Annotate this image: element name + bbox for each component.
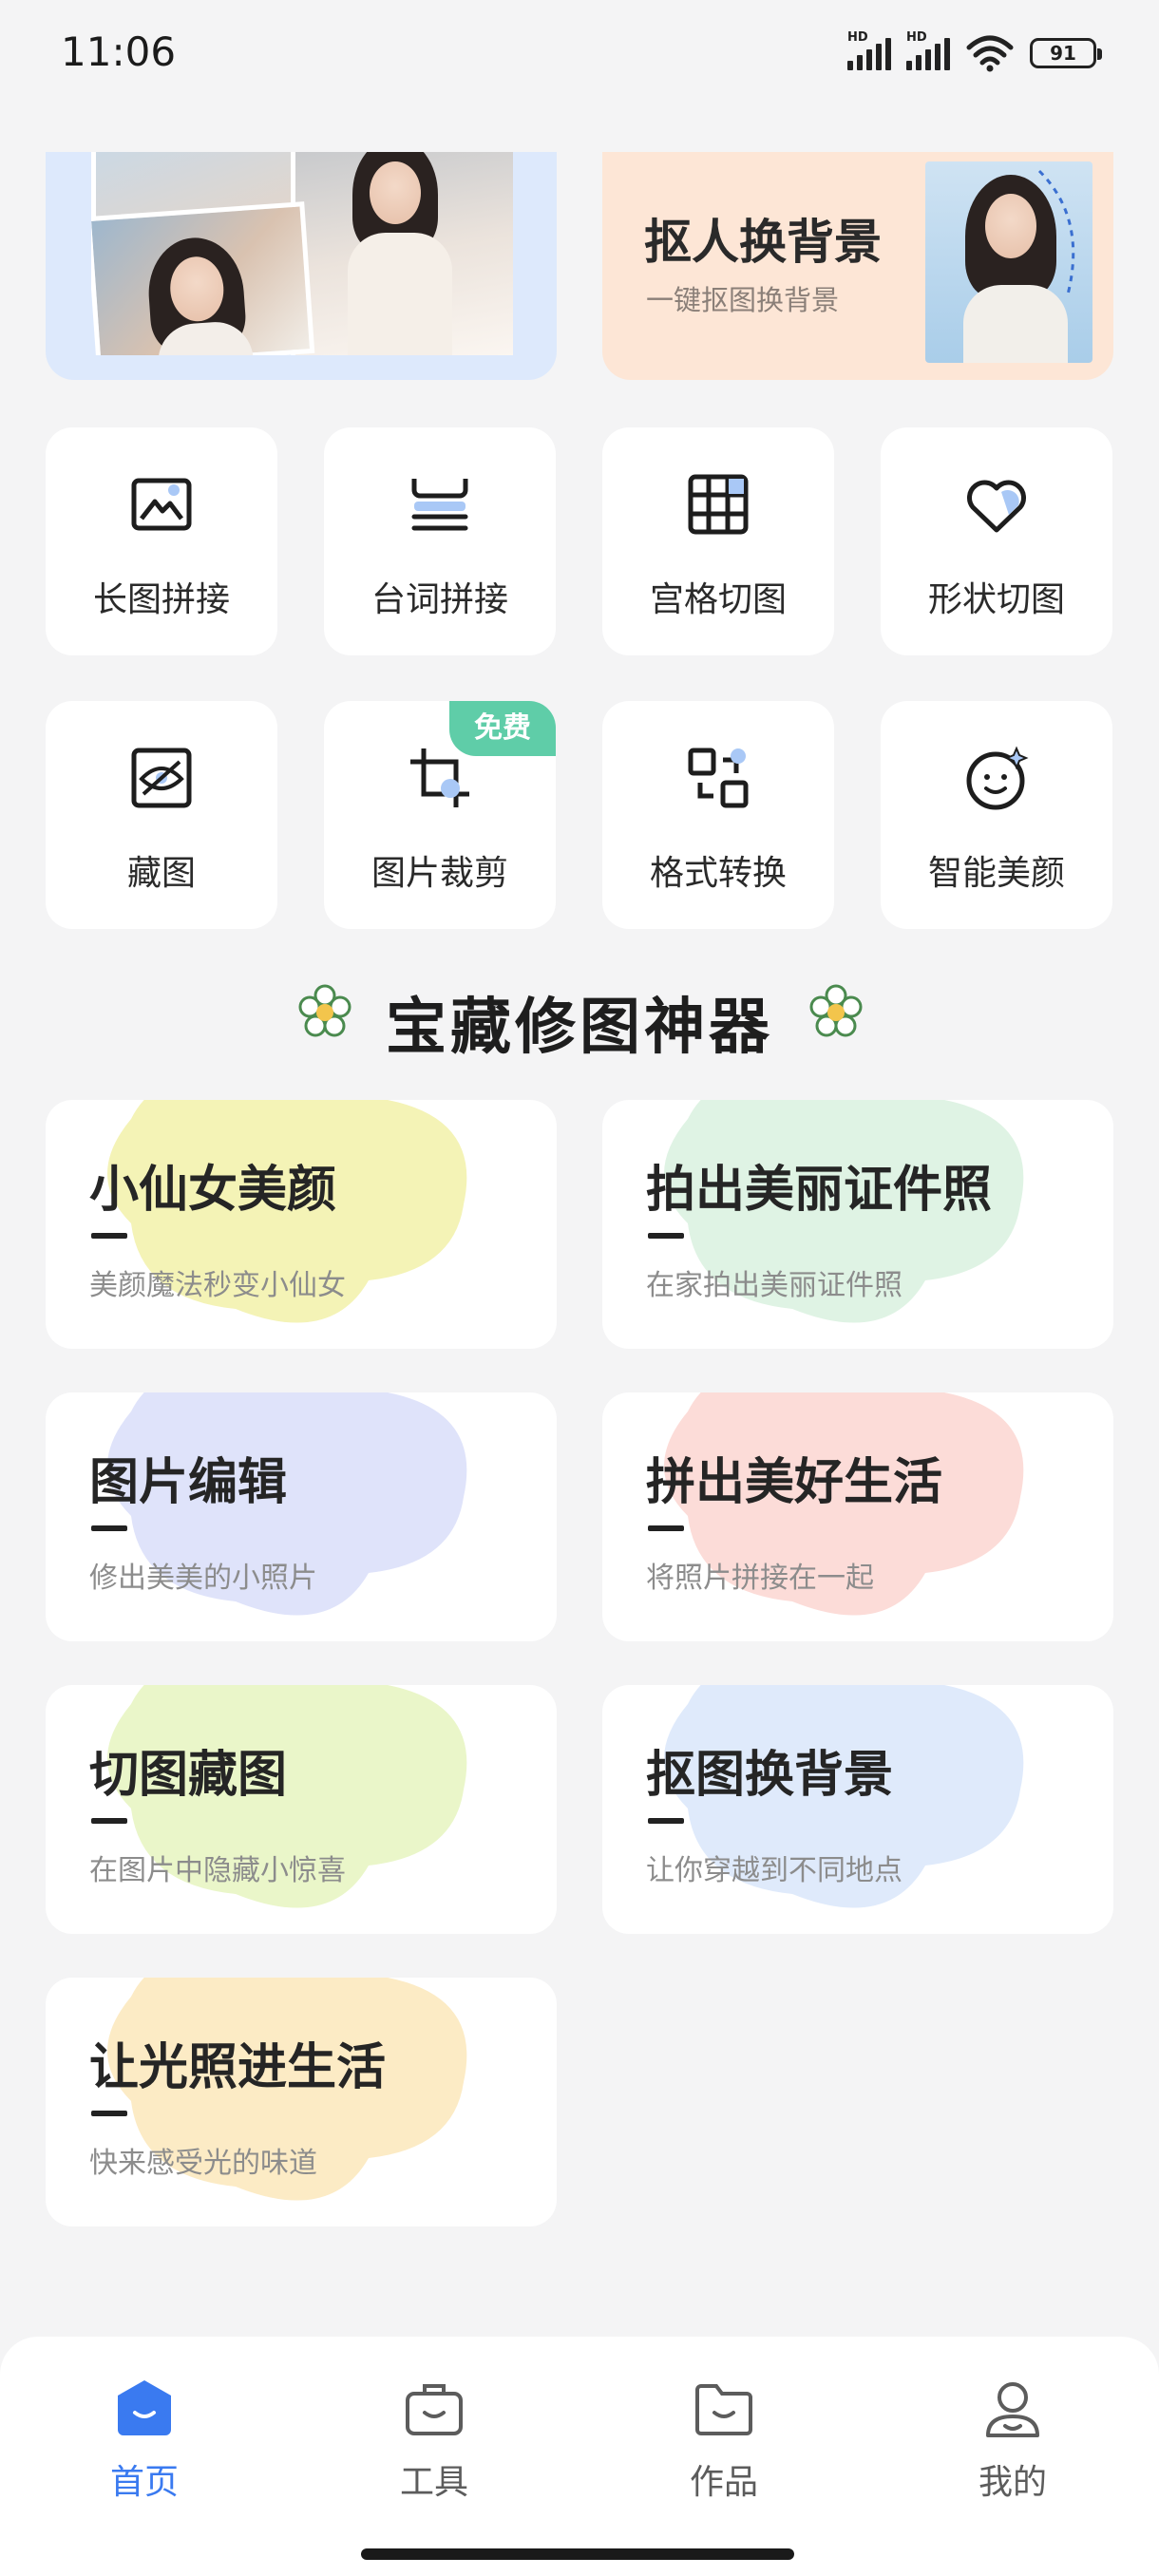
convert-icon <box>688 748 749 808</box>
hd-label: HD <box>906 30 927 45</box>
card-title: 拍出美丽证件照 <box>646 1162 993 1219</box>
tool-label: 智能美颜 <box>927 854 1065 893</box>
feature-card-hide[interactable]: 切图藏图 在图片中隐藏小惊喜 <box>46 1685 557 1934</box>
home-indicator[interactable] <box>361 2548 794 2560</box>
tool-hidden-image[interactable]: 藏图 <box>46 701 277 929</box>
banner-subtitle: 一键抠图换背景 <box>646 284 840 316</box>
card-subtitle: 美颜魔法秒变小仙女 <box>89 1269 346 1302</box>
folder-icon <box>695 2384 752 2435</box>
card-divider <box>648 1233 684 1239</box>
portrait-image <box>925 161 1092 363</box>
grid-cut-icon <box>688 474 749 535</box>
card-title: 图片编辑 <box>89 1454 288 1511</box>
nav-label: 我的 <box>978 2463 1047 2502</box>
clock: 11:06 <box>61 28 177 75</box>
card-title: 小仙女美颜 <box>89 1162 337 1219</box>
card-divider <box>91 1525 127 1531</box>
crop-icon <box>410 748 469 807</box>
card-subtitle: 修出美美的小照片 <box>89 1562 317 1595</box>
feature-card-collage[interactable]: 拼出美好生活 将照片拼接在一起 <box>602 1392 1113 1641</box>
card-title: 抠图换背景 <box>646 1747 894 1804</box>
tool-long-image[interactable]: 长图拼接 <box>46 427 277 655</box>
tool-label: 形状切图 <box>927 580 1065 619</box>
battery-icon: 91 <box>1030 38 1102 68</box>
card-divider <box>91 2111 127 2116</box>
feature-card-edit[interactable]: 图片编辑 修出美美的小照片 <box>46 1392 557 1641</box>
card-divider <box>91 1818 127 1824</box>
tool-subtitle-stitch[interactable]: 台词拼接 <box>324 427 556 655</box>
flower-icon <box>809 984 863 1037</box>
nav-profile[interactable]: 我的 <box>918 2375 1108 2527</box>
feature-card-light[interactable]: 让光照进生活 快来感受光的味道 <box>46 1978 557 2226</box>
nav-label: 工具 <box>399 2463 468 2502</box>
nav-label: 作品 <box>689 2463 758 2502</box>
card-subtitle: 在图片中隐藏小惊喜 <box>89 1854 346 1887</box>
section-title: 宝藏修图神器 <box>386 993 773 1063</box>
wifi-icon <box>966 35 1014 72</box>
tool-crop[interactable]: 免费 图片裁剪 <box>324 701 556 929</box>
profile-icon <box>986 2382 1039 2437</box>
tool-shape-cut[interactable]: 形状切图 <box>881 427 1112 655</box>
nav-works[interactable]: 作品 <box>629 2375 819 2527</box>
status-bar: 11:06 HD HD 91 <box>0 0 1159 109</box>
battery-level: 91 <box>1050 42 1076 65</box>
card-subtitle: 将照片拼接在一起 <box>646 1562 874 1595</box>
card-title: 让光照进生活 <box>89 2039 387 2096</box>
card-subtitle: 让你穿越到不同地点 <box>646 1854 902 1887</box>
card-title: 切图藏图 <box>89 1747 288 1804</box>
feature-card-beauty[interactable]: 小仙女美颜 美颜魔法秒变小仙女 <box>46 1100 557 1349</box>
toolbox-icon <box>406 2384 463 2435</box>
feature-card-id-photo[interactable]: 拍出美丽证件照 在家拍出美丽证件照 <box>602 1100 1113 1349</box>
bottom-nav: 首页 工具 作品 我的 <box>0 2337 1159 2576</box>
tool-label: 格式转换 <box>649 854 787 893</box>
tool-convert[interactable]: 格式转换 <box>602 701 834 929</box>
tool-label: 长图拼接 <box>92 580 230 619</box>
tool-grid-cut[interactable]: 宫格切图 <box>602 427 834 655</box>
feature-card-background[interactable]: 抠图换背景 让你穿越到不同地点 <box>602 1685 1113 1934</box>
collage-banner[interactable] <box>46 152 557 380</box>
smart-beauty-icon <box>966 746 1029 810</box>
card-divider <box>648 1818 684 1824</box>
tool-label: 宫格切图 <box>649 580 787 619</box>
collage-image <box>91 152 513 355</box>
tool-label: 台词拼接 <box>370 580 508 619</box>
card-subtitle: 在家拍出美丽证件照 <box>646 1269 902 1302</box>
nav-home[interactable]: 首页 <box>49 2375 239 2527</box>
card-subtitle: 快来感受光的味道 <box>89 2147 317 2180</box>
tool-smart-beauty[interactable]: 智能美颜 <box>881 701 1112 929</box>
nav-tools[interactable]: 工具 <box>339 2375 529 2527</box>
card-divider <box>91 1233 127 1239</box>
card-divider <box>648 1525 684 1531</box>
banner-title: 抠人换背景 <box>644 215 882 270</box>
status-icons: HD HD 91 <box>847 30 1102 72</box>
card-title: 拼出美好生活 <box>646 1454 943 1511</box>
nav-label: 首页 <box>109 2463 179 2502</box>
signal-icon: HD <box>906 30 950 70</box>
hd-label: HD <box>847 30 868 45</box>
subtitle-stitch-icon <box>411 479 468 531</box>
tool-label: 图片裁剪 <box>370 854 508 893</box>
tool-label: 藏图 <box>126 854 196 893</box>
hidden-eye-icon <box>131 748 192 808</box>
home-icon <box>118 2380 171 2435</box>
cutout-banner[interactable]: 抠人换背景 一键抠图换背景 <box>602 152 1113 380</box>
signal-icon: HD <box>847 30 891 70</box>
heart-shape-icon <box>967 480 1026 533</box>
long-image-icon <box>131 478 192 531</box>
